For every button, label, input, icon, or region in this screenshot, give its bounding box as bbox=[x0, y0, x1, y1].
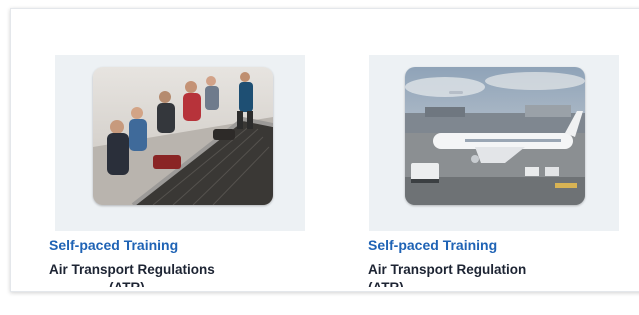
course-card-1-title-overflow: (ATR) bbox=[109, 279, 145, 287]
course-card-2-tag[interactable]: Self-paced Training bbox=[368, 237, 497, 253]
course-card-1-image-panel[interactable] bbox=[55, 55, 305, 231]
course-carousel: Self-paced Training Air Transport Regula… bbox=[10, 8, 639, 292]
course-card-2-title[interactable]: Air Transport Regulation bbox=[368, 261, 526, 279]
course-card-1-tag[interactable]: Self-paced Training bbox=[49, 237, 178, 253]
baggage-carousel-image[interactable] bbox=[93, 67, 273, 205]
airplane-apron-image[interactable] bbox=[405, 67, 585, 205]
course-card-2-title-overflow: (ATR) bbox=[368, 279, 404, 287]
course-card-2-image-panel[interactable] bbox=[369, 55, 619, 231]
course-card-1-title[interactable]: Air Transport Regulations bbox=[49, 261, 215, 279]
